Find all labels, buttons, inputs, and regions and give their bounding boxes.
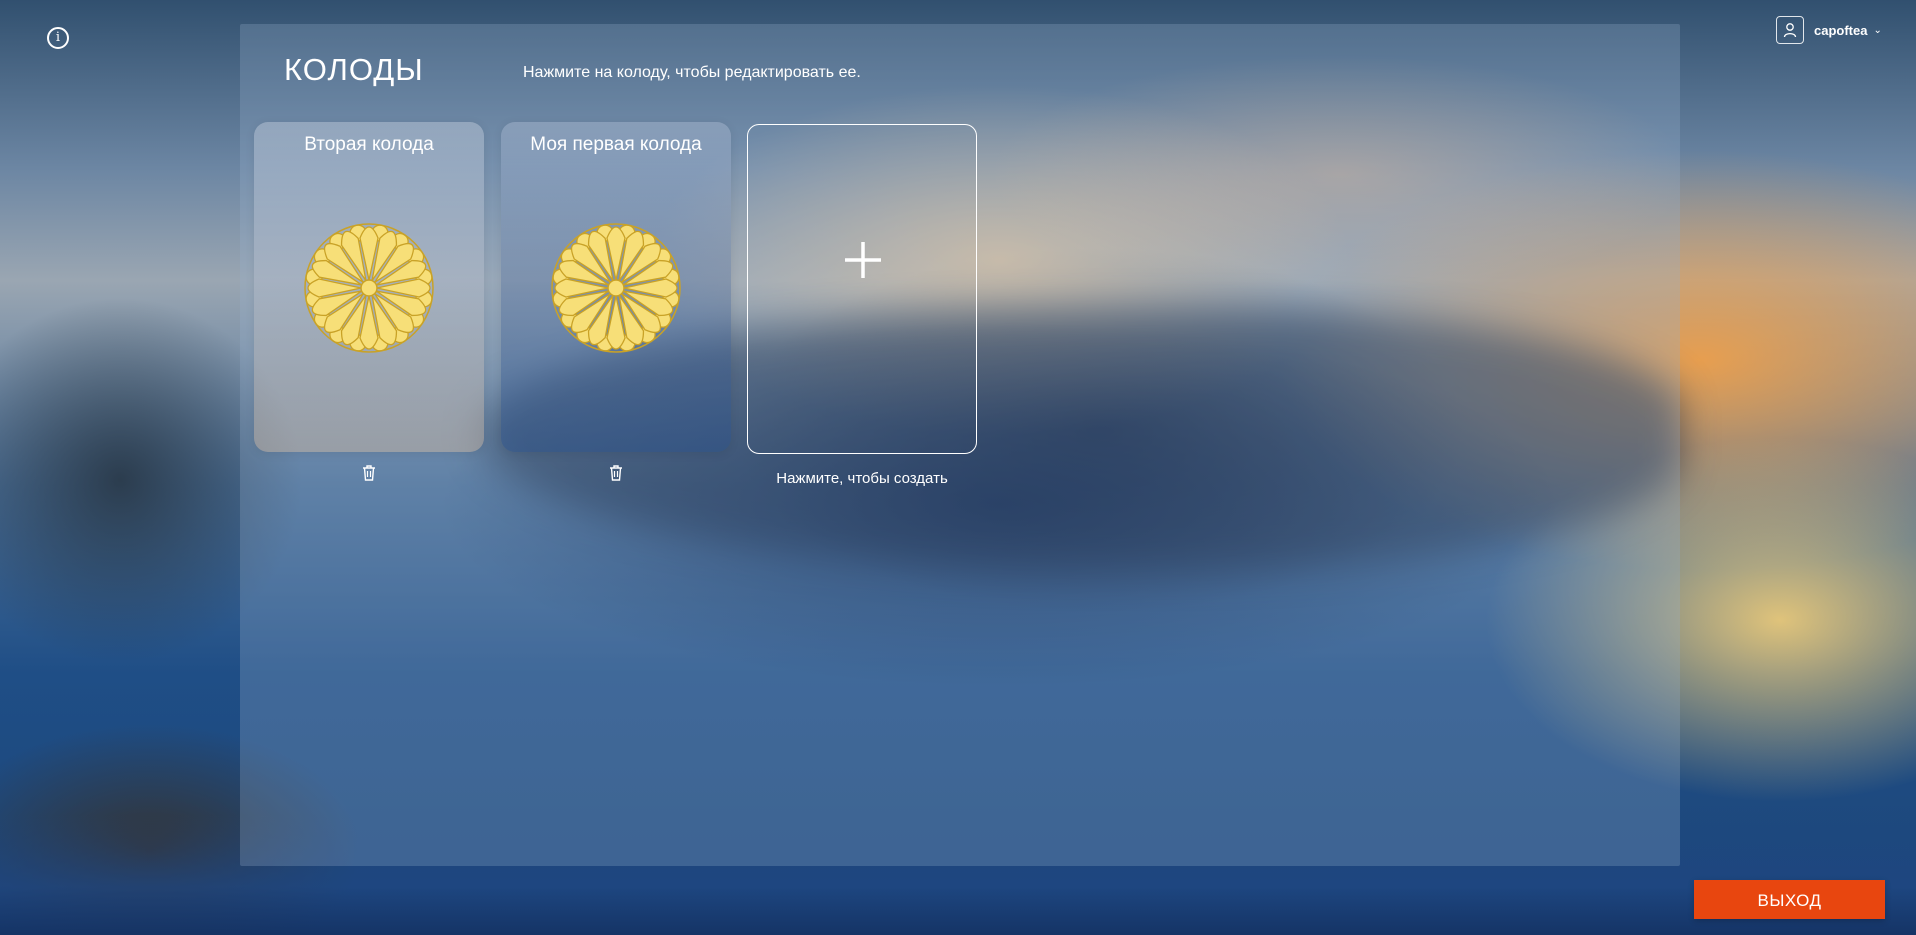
chrysanthemum-emblem (551, 223, 681, 353)
exit-button[interactable]: ВЫХОД (1694, 880, 1885, 919)
plus-icon (845, 242, 881, 278)
page-hint: Нажмите на колоду, чтобы редактировать е… (523, 64, 861, 81)
chrysanthemum-emblem (304, 223, 434, 353)
deck-name: Моя первая колода (530, 134, 702, 155)
page-title: КОЛОДЫ (284, 52, 424, 87)
create-deck-button[interactable] (747, 124, 977, 454)
username: capoftea (1814, 22, 1868, 38)
info-icon[interactable]: i (47, 27, 69, 49)
user-menu[interactable]: capoftea ⌄ (1776, 15, 1882, 45)
decks-panel: КОЛОДЫ Нажмите на колоду, чтобы редактир… (240, 24, 1680, 866)
user-icon (1776, 16, 1804, 44)
chevron-down-icon: ⌄ (1873, 24, 1882, 36)
create-deck-label: Нажмите, чтобы создать (776, 470, 948, 487)
deck-name: Вторая колода (304, 134, 434, 155)
deck-card[interactable]: Вторая колода (254, 122, 484, 452)
deck-card[interactable]: Моя первая колода (501, 122, 731, 452)
trash-icon[interactable] (361, 464, 377, 482)
trash-icon[interactable] (608, 464, 624, 482)
